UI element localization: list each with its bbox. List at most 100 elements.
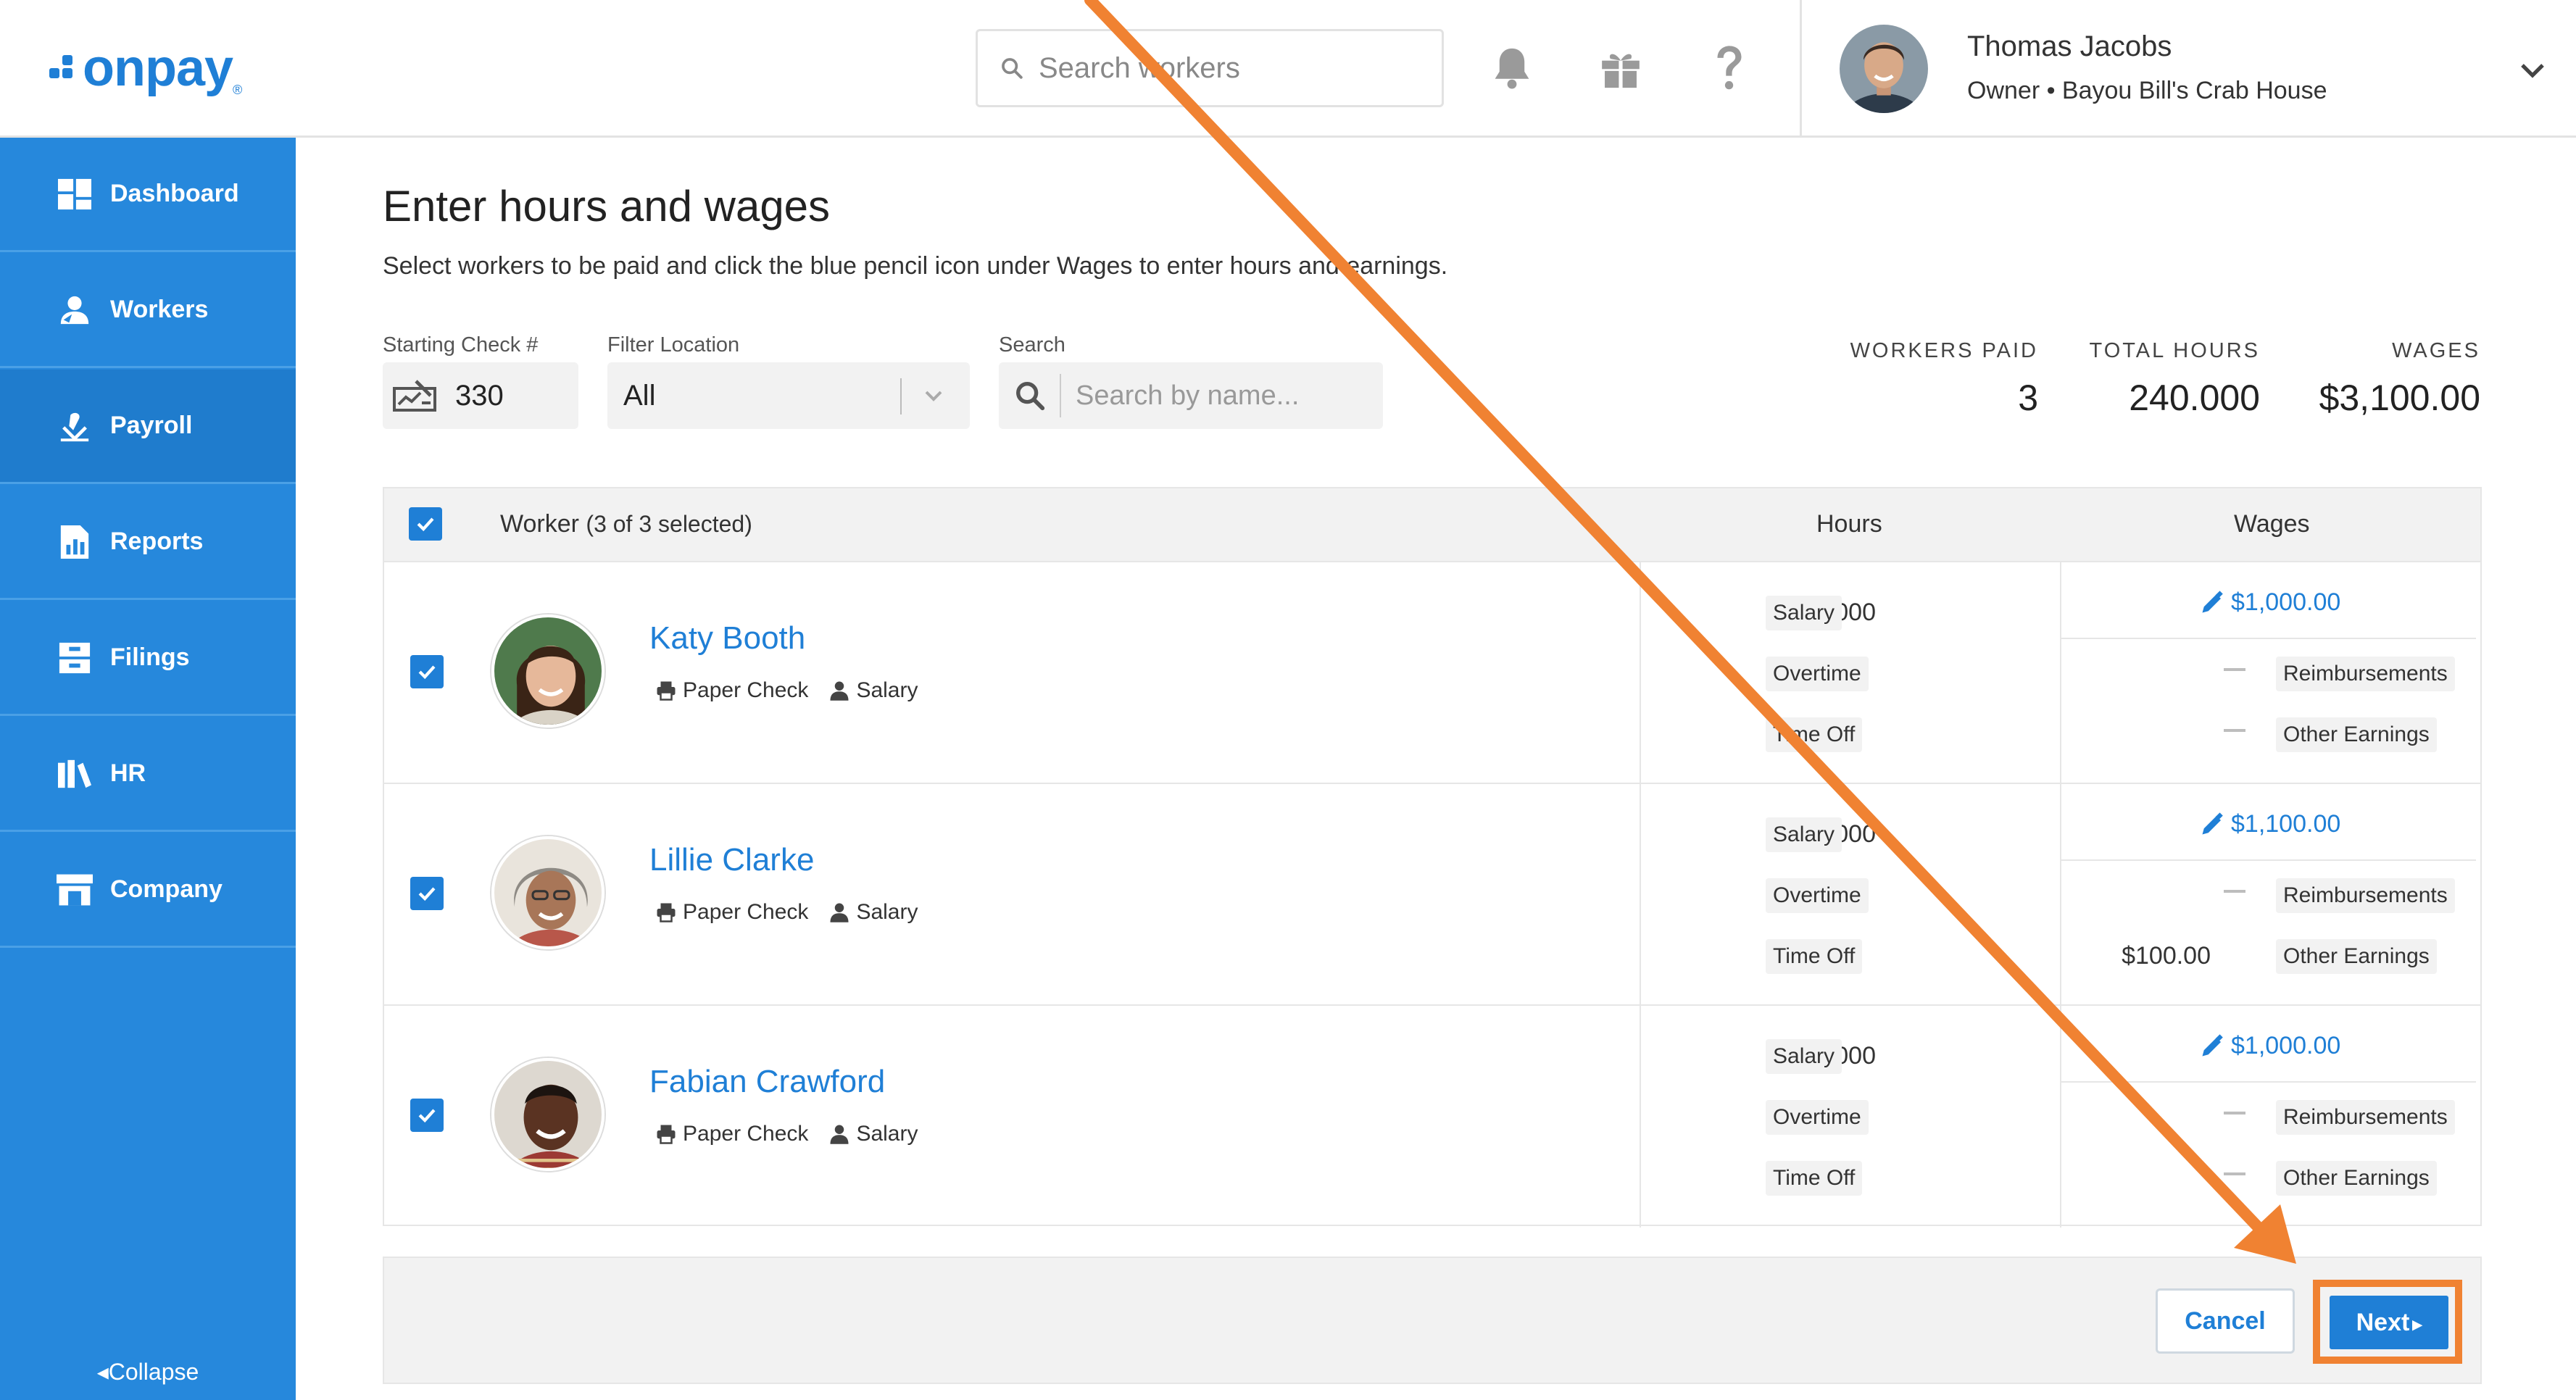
- search-icon: [1013, 379, 1047, 412]
- pencil-icon: [2202, 812, 2223, 834]
- worker-details: Paper Check Salary: [655, 678, 918, 703]
- user-role-company: Owner • Bayou Bill's Crab House: [1967, 77, 2327, 104]
- name-search-box[interactable]: [999, 362, 1383, 429]
- other-earnings-tag: Other Earnings: [2276, 717, 2437, 752]
- worker-column-header: Worker (3 of 3 selected): [500, 510, 752, 538]
- sidebar-item-label: Payroll: [110, 412, 193, 439]
- chevron-down-icon[interactable]: [2515, 52, 2550, 87]
- row-select-checkbox[interactable]: [410, 877, 444, 910]
- pencil-icon: [2202, 1033, 2223, 1056]
- worker-search-input[interactable]: [1039, 51, 1416, 85]
- checkmark-icon: [418, 665, 436, 680]
- printer-icon: [655, 1123, 677, 1145]
- dashboard-icon: [57, 176, 93, 212]
- worker-name-link[interactable]: Fabian Crawford: [649, 1064, 885, 1100]
- table-row: Katy Booth Paper Check Salary 80.000 Sal…: [384, 561, 2480, 784]
- hr-icon: [57, 756, 93, 792]
- row-select-checkbox[interactable]: [410, 655, 444, 688]
- other-earnings-empty-dash: [2224, 1172, 2245, 1175]
- onpay-logo[interactable]: onpay®: [49, 38, 242, 99]
- edit-wages-link[interactable]: $1,000.00: [2199, 1032, 2340, 1060]
- sidebar-item-workers[interactable]: Workers: [0, 254, 296, 368]
- sidebar-item-filings[interactable]: Filings: [0, 601, 296, 716]
- chevron-down-icon: [919, 381, 948, 410]
- search-divider: [1060, 374, 1061, 417]
- table-row: Fabian Crawford Paper Check Salary 80.00…: [384, 1004, 2480, 1228]
- logo-wordmark: onpay®: [83, 39, 242, 97]
- sidebar-nav: Dashboard Workers Payroll Reports Filing…: [0, 138, 296, 1400]
- edit-wages-link[interactable]: $1,100.00: [2199, 810, 2340, 838]
- gift-icon[interactable]: [1590, 38, 1651, 99]
- form-footer: Cancel Next ▸: [383, 1257, 2482, 1384]
- other-earnings-value[interactable]: $100.00: [2122, 942, 2211, 970]
- worker-avatar: [491, 1058, 604, 1171]
- reimbursements-empty-dash: [2224, 890, 2245, 893]
- worker-details: Paper Check Salary: [655, 1122, 918, 1146]
- reimbursements-tag: Reimbursements: [2276, 1100, 2455, 1135]
- sidebar-item-label: Dashboard: [110, 180, 239, 207]
- edit-wages-link[interactable]: $1,000.00: [2199, 588, 2340, 617]
- sidebar-item-company[interactable]: Company: [0, 833, 296, 948]
- reimbursements-tag: Reimbursements: [2276, 878, 2455, 913]
- sidebar-item-hr[interactable]: HR: [0, 717, 296, 832]
- user-name[interactable]: Thomas Jacobs: [1967, 30, 2172, 63]
- sidebar-item-dashboard[interactable]: Dashboard: [0, 138, 296, 252]
- starting-check-field[interactable]: 330: [383, 362, 578, 429]
- other-earnings-tag: Other Earnings: [2276, 1161, 2437, 1196]
- sidebar-item-label: HR: [110, 759, 146, 787]
- salary-tag: Salary: [1766, 596, 1842, 630]
- starting-check-label: Starting Check #: [383, 333, 539, 357]
- reports-icon: [57, 524, 93, 560]
- wages-total-value: $3,100.00: [2319, 378, 2480, 418]
- payroll-workers-table: Worker (3 of 3 selected) Hours Wages Kat…: [383, 487, 2482, 1228]
- next-button[interactable]: Next ▸: [2330, 1296, 2448, 1349]
- pencil-icon: [2202, 590, 2223, 612]
- overtime-tag: Overtime: [1766, 878, 1869, 913]
- wages-column-header: Wages: [2234, 510, 2310, 538]
- overtime-tag: Overtime: [1766, 657, 1869, 691]
- sidebar-item-reports[interactable]: Reports: [0, 486, 296, 600]
- caret-left-icon: ◂: [96, 1359, 109, 1385]
- sidebar-item-label: Workers: [110, 296, 209, 323]
- user-avatar[interactable]: [1840, 25, 1928, 113]
- checkmark-icon: [418, 887, 436, 901]
- cancel-button[interactable]: Cancel: [2156, 1288, 2295, 1354]
- salary-tag: Salary: [1766, 1039, 1842, 1074]
- row-select-checkbox[interactable]: [410, 1099, 444, 1132]
- person-icon: [828, 680, 850, 701]
- reimbursements-empty-dash: [2224, 1112, 2245, 1114]
- reimbursements-tag: Reimbursements: [2276, 657, 2455, 691]
- time-off-tag: Time Off: [1766, 717, 1863, 752]
- sidebar-item-payroll[interactable]: Payroll: [0, 370, 296, 484]
- page-instructions: Select workers to be paid and click the …: [383, 252, 1448, 280]
- page-title: Enter hours and wages: [383, 182, 831, 230]
- person-icon: [828, 1123, 850, 1145]
- help-question-icon[interactable]: [1699, 38, 1760, 99]
- table-header: Worker (3 of 3 selected) Hours Wages: [384, 488, 2480, 561]
- search-label: Search: [999, 333, 1065, 357]
- name-search-input[interactable]: [1076, 380, 1366, 412]
- sidebar-collapse-button[interactable]: ◂Collapse: [0, 1358, 296, 1386]
- hours-column-header: Hours: [1816, 510, 1882, 538]
- time-off-tag: Time Off: [1766, 1161, 1863, 1196]
- worker-details: Paper Check Salary: [655, 900, 918, 925]
- filter-location-value: All: [623, 379, 656, 412]
- company-icon: [57, 872, 93, 908]
- starting-check-value[interactable]: 330: [455, 380, 504, 412]
- worker-name-link[interactable]: Katy Booth: [649, 620, 805, 657]
- worker-name-link[interactable]: Lillie Clarke: [649, 842, 814, 878]
- filings-icon: [57, 640, 93, 676]
- sidebar-item-label: Company: [110, 875, 223, 903]
- payroll-icon: [57, 408, 93, 444]
- table-row: Lillie Clarke Paper Check Salary 80.000 …: [384, 783, 2480, 1006]
- search-icon: [1002, 58, 1023, 79]
- notifications-bell-icon[interactable]: [1482, 38, 1542, 99]
- workers-paid-label: WORKERS PAID: [1850, 339, 2038, 362]
- select-all-checkbox[interactable]: [409, 507, 442, 541]
- wages-label: WAGES: [2392, 339, 2480, 362]
- other-earnings-empty-dash: [2224, 729, 2245, 732]
- worker-search-box[interactable]: [976, 29, 1444, 107]
- filter-location-select[interactable]: All: [607, 362, 970, 429]
- time-off-tag: Time Off: [1766, 939, 1863, 974]
- selection-count: (3 of 3 selected): [586, 511, 752, 537]
